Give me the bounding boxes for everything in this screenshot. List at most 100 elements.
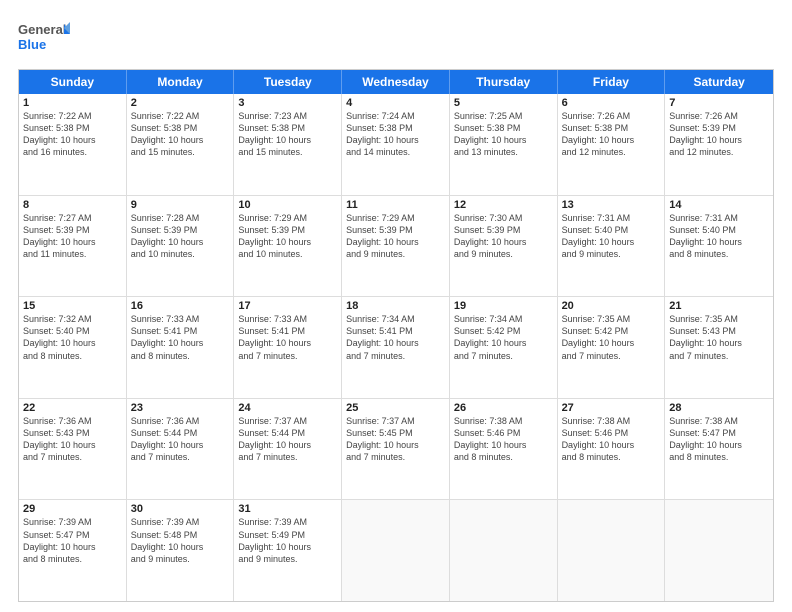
- cal-day-empty: [342, 500, 450, 601]
- day-info: Sunrise: 7:26 AM Sunset: 5:39 PM Dayligh…: [669, 110, 769, 159]
- day-number: 16: [131, 300, 230, 312]
- day-number: 6: [562, 97, 661, 109]
- day-info: Sunrise: 7:35 AM Sunset: 5:43 PM Dayligh…: [669, 313, 769, 362]
- day-info: Sunrise: 7:34 AM Sunset: 5:42 PM Dayligh…: [454, 313, 553, 362]
- cal-day-19: 19Sunrise: 7:34 AM Sunset: 5:42 PM Dayli…: [450, 297, 558, 398]
- day-info: Sunrise: 7:29 AM Sunset: 5:39 PM Dayligh…: [346, 212, 445, 261]
- day-number: 10: [238, 199, 337, 211]
- day-number: 30: [131, 503, 230, 515]
- day-info: Sunrise: 7:22 AM Sunset: 5:38 PM Dayligh…: [23, 110, 122, 159]
- cal-header-tuesday: Tuesday: [234, 70, 342, 94]
- day-number: 26: [454, 402, 553, 414]
- cal-header-saturday: Saturday: [665, 70, 773, 94]
- day-number: 9: [131, 199, 230, 211]
- cal-week-1: 1Sunrise: 7:22 AM Sunset: 5:38 PM Daylig…: [19, 94, 773, 196]
- cal-day-22: 22Sunrise: 7:36 AM Sunset: 5:43 PM Dayli…: [19, 399, 127, 500]
- day-info: Sunrise: 7:36 AM Sunset: 5:44 PM Dayligh…: [131, 415, 230, 464]
- day-info: Sunrise: 7:37 AM Sunset: 5:44 PM Dayligh…: [238, 415, 337, 464]
- day-number: 17: [238, 300, 337, 312]
- cal-day-5: 5Sunrise: 7:25 AM Sunset: 5:38 PM Daylig…: [450, 94, 558, 195]
- logo: General Blue: [18, 16, 70, 61]
- cal-day-24: 24Sunrise: 7:37 AM Sunset: 5:44 PM Dayli…: [234, 399, 342, 500]
- cal-header-thursday: Thursday: [450, 70, 558, 94]
- day-info: Sunrise: 7:33 AM Sunset: 5:41 PM Dayligh…: [238, 313, 337, 362]
- day-info: Sunrise: 7:39 AM Sunset: 5:49 PM Dayligh…: [238, 516, 337, 565]
- cal-day-31: 31Sunrise: 7:39 AM Sunset: 5:49 PM Dayli…: [234, 500, 342, 601]
- cal-day-empty: [665, 500, 773, 601]
- cal-day-8: 8Sunrise: 7:27 AM Sunset: 5:39 PM Daylig…: [19, 196, 127, 297]
- day-info: Sunrise: 7:39 AM Sunset: 5:48 PM Dayligh…: [131, 516, 230, 565]
- day-number: 31: [238, 503, 337, 515]
- day-number: 28: [669, 402, 769, 414]
- cal-day-3: 3Sunrise: 7:23 AM Sunset: 5:38 PM Daylig…: [234, 94, 342, 195]
- calendar-header: SundayMondayTuesdayWednesdayThursdayFrid…: [19, 70, 773, 94]
- day-info: Sunrise: 7:38 AM Sunset: 5:46 PM Dayligh…: [562, 415, 661, 464]
- cal-day-27: 27Sunrise: 7:38 AM Sunset: 5:46 PM Dayli…: [558, 399, 666, 500]
- cal-day-13: 13Sunrise: 7:31 AM Sunset: 5:40 PM Dayli…: [558, 196, 666, 297]
- calendar-body: 1Sunrise: 7:22 AM Sunset: 5:38 PM Daylig…: [19, 94, 773, 601]
- cal-day-18: 18Sunrise: 7:34 AM Sunset: 5:41 PM Dayli…: [342, 297, 450, 398]
- cal-week-5: 29Sunrise: 7:39 AM Sunset: 5:47 PM Dayli…: [19, 500, 773, 601]
- day-number: 19: [454, 300, 553, 312]
- cal-header-friday: Friday: [558, 70, 666, 94]
- cal-day-9: 9Sunrise: 7:28 AM Sunset: 5:39 PM Daylig…: [127, 196, 235, 297]
- cal-day-14: 14Sunrise: 7:31 AM Sunset: 5:40 PM Dayli…: [665, 196, 773, 297]
- day-info: Sunrise: 7:23 AM Sunset: 5:38 PM Dayligh…: [238, 110, 337, 159]
- day-number: 1: [23, 97, 122, 109]
- svg-text:General: General: [18, 22, 66, 37]
- cal-day-4: 4Sunrise: 7:24 AM Sunset: 5:38 PM Daylig…: [342, 94, 450, 195]
- cal-header-sunday: Sunday: [19, 70, 127, 94]
- day-number: 20: [562, 300, 661, 312]
- day-info: Sunrise: 7:32 AM Sunset: 5:40 PM Dayligh…: [23, 313, 122, 362]
- cal-day-2: 2Sunrise: 7:22 AM Sunset: 5:38 PM Daylig…: [127, 94, 235, 195]
- cal-week-4: 22Sunrise: 7:36 AM Sunset: 5:43 PM Dayli…: [19, 399, 773, 501]
- cal-day-12: 12Sunrise: 7:30 AM Sunset: 5:39 PM Dayli…: [450, 196, 558, 297]
- day-number: 21: [669, 300, 769, 312]
- day-info: Sunrise: 7:36 AM Sunset: 5:43 PM Dayligh…: [23, 415, 122, 464]
- day-info: Sunrise: 7:28 AM Sunset: 5:39 PM Dayligh…: [131, 212, 230, 261]
- cal-day-16: 16Sunrise: 7:33 AM Sunset: 5:41 PM Dayli…: [127, 297, 235, 398]
- day-number: 14: [669, 199, 769, 211]
- svg-text:Blue: Blue: [18, 37, 46, 52]
- day-info: Sunrise: 7:38 AM Sunset: 5:46 PM Dayligh…: [454, 415, 553, 464]
- cal-day-11: 11Sunrise: 7:29 AM Sunset: 5:39 PM Dayli…: [342, 196, 450, 297]
- day-info: Sunrise: 7:37 AM Sunset: 5:45 PM Dayligh…: [346, 415, 445, 464]
- day-info: Sunrise: 7:29 AM Sunset: 5:39 PM Dayligh…: [238, 212, 337, 261]
- day-number: 18: [346, 300, 445, 312]
- day-info: Sunrise: 7:39 AM Sunset: 5:47 PM Dayligh…: [23, 516, 122, 565]
- cal-day-21: 21Sunrise: 7:35 AM Sunset: 5:43 PM Dayli…: [665, 297, 773, 398]
- day-number: 7: [669, 97, 769, 109]
- day-info: Sunrise: 7:34 AM Sunset: 5:41 PM Dayligh…: [346, 313, 445, 362]
- day-info: Sunrise: 7:31 AM Sunset: 5:40 PM Dayligh…: [669, 212, 769, 261]
- day-number: 2: [131, 97, 230, 109]
- cal-day-empty: [450, 500, 558, 601]
- cal-day-23: 23Sunrise: 7:36 AM Sunset: 5:44 PM Dayli…: [127, 399, 235, 500]
- day-info: Sunrise: 7:33 AM Sunset: 5:41 PM Dayligh…: [131, 313, 230, 362]
- day-number: 13: [562, 199, 661, 211]
- day-number: 23: [131, 402, 230, 414]
- day-number: 12: [454, 199, 553, 211]
- cal-day-26: 26Sunrise: 7:38 AM Sunset: 5:46 PM Dayli…: [450, 399, 558, 500]
- cal-day-6: 6Sunrise: 7:26 AM Sunset: 5:38 PM Daylig…: [558, 94, 666, 195]
- day-number: 3: [238, 97, 337, 109]
- cal-day-empty: [558, 500, 666, 601]
- cal-day-15: 15Sunrise: 7:32 AM Sunset: 5:40 PM Dayli…: [19, 297, 127, 398]
- day-info: Sunrise: 7:30 AM Sunset: 5:39 PM Dayligh…: [454, 212, 553, 261]
- day-info: Sunrise: 7:31 AM Sunset: 5:40 PM Dayligh…: [562, 212, 661, 261]
- cal-day-29: 29Sunrise: 7:39 AM Sunset: 5:47 PM Dayli…: [19, 500, 127, 601]
- cal-day-17: 17Sunrise: 7:33 AM Sunset: 5:41 PM Dayli…: [234, 297, 342, 398]
- cal-day-28: 28Sunrise: 7:38 AM Sunset: 5:47 PM Dayli…: [665, 399, 773, 500]
- day-number: 4: [346, 97, 445, 109]
- calendar: SundayMondayTuesdayWednesdayThursdayFrid…: [18, 69, 774, 602]
- day-info: Sunrise: 7:26 AM Sunset: 5:38 PM Dayligh…: [562, 110, 661, 159]
- cal-week-2: 8Sunrise: 7:27 AM Sunset: 5:39 PM Daylig…: [19, 196, 773, 298]
- logo-icon: General Blue: [18, 16, 70, 56]
- day-info: Sunrise: 7:27 AM Sunset: 5:39 PM Dayligh…: [23, 212, 122, 261]
- cal-header-wednesday: Wednesday: [342, 70, 450, 94]
- cal-day-1: 1Sunrise: 7:22 AM Sunset: 5:38 PM Daylig…: [19, 94, 127, 195]
- cal-header-monday: Monday: [127, 70, 235, 94]
- cal-week-3: 15Sunrise: 7:32 AM Sunset: 5:40 PM Dayli…: [19, 297, 773, 399]
- day-info: Sunrise: 7:38 AM Sunset: 5:47 PM Dayligh…: [669, 415, 769, 464]
- day-info: Sunrise: 7:25 AM Sunset: 5:38 PM Dayligh…: [454, 110, 553, 159]
- cal-day-25: 25Sunrise: 7:37 AM Sunset: 5:45 PM Dayli…: [342, 399, 450, 500]
